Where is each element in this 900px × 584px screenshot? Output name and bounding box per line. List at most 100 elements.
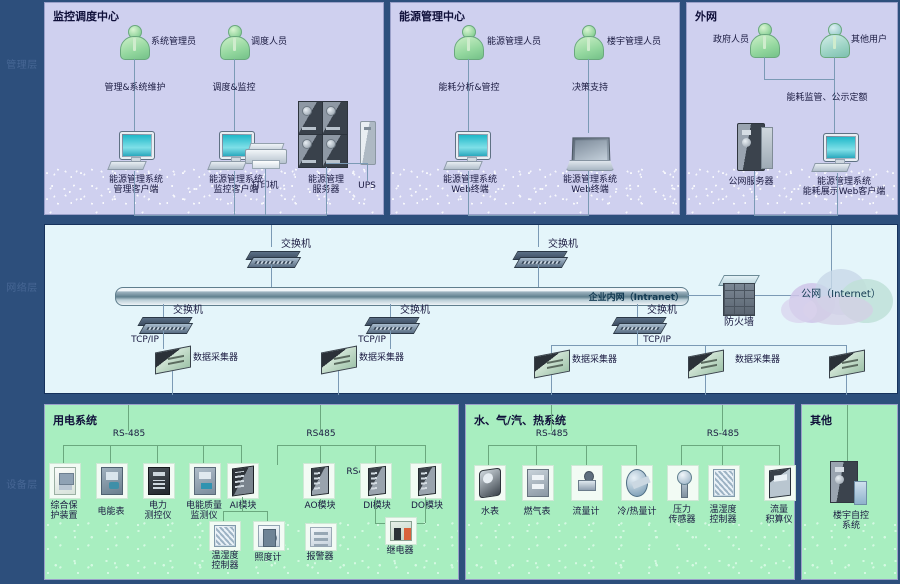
wire <box>320 405 321 431</box>
wire <box>134 171 135 216</box>
panel-title-monitor-center: 监控调度中心 <box>53 10 119 23</box>
actor-energy-manager-icon <box>453 25 484 60</box>
wire <box>277 445 278 465</box>
wire <box>271 225 272 247</box>
bus-label-rs485-1: RS-485 <box>112 429 146 439</box>
wire <box>134 59 135 135</box>
wire <box>234 171 235 216</box>
device-label-building-automation: 楼宇自控 系统 <box>832 511 869 532</box>
collector-icon-1 <box>155 345 191 375</box>
wire <box>551 345 846 346</box>
actor-government-label: 政府人员 <box>712 35 749 45</box>
collector-icon-5 <box>829 349 865 379</box>
node-icon-printer <box>245 143 287 169</box>
panel-title-utility-system: 水、气/汽、热系统 <box>474 414 567 427</box>
wire <box>705 375 706 395</box>
panel-monitor-center: 监控调度中心 系统管理员 管理&系统维护 调度人员 调度&监控 能源管理系统 管… <box>44 2 384 216</box>
device-icon-gas-meter <box>522 465 554 501</box>
device-icon-temp-humidity-controller <box>209 521 241 551</box>
device-icon-energy-meter <box>96 463 128 499</box>
collector-icon-4 <box>688 349 724 379</box>
device-label-alarm: 报警器 <box>306 552 334 562</box>
panel-title-other-system: 其他 <box>810 414 832 427</box>
node-icon-public-server <box>737 123 773 171</box>
wire <box>764 57 765 79</box>
switch-icon-c <box>137 317 194 334</box>
actor-building-manager-icon <box>573 25 604 60</box>
device-layer: 用电系统 RS-485 综合保 护装置 电能表 电力 测控仪 电能质量 监测仪 … <box>44 400 898 582</box>
actor-other-user-label: 其他用户 <box>851 35 888 45</box>
wire <box>681 445 779 446</box>
rail-label-device: 设备层 <box>6 480 38 491</box>
wire <box>203 445 204 465</box>
wire <box>134 215 327 216</box>
wire <box>326 167 327 216</box>
wire <box>536 445 537 467</box>
wire <box>375 445 376 465</box>
wire <box>846 375 847 395</box>
device-label-do-module: DO模块 <box>410 501 443 511</box>
switch-label-a: 交换机 <box>281 239 311 250</box>
switch-icon-d <box>364 317 421 334</box>
firewall-icon <box>718 275 760 316</box>
node-icon-ups <box>360 121 376 165</box>
device-label-ai-module: AI模块 <box>229 501 257 511</box>
wire <box>468 171 469 216</box>
panel-energy-center: 能源管理中心 能源管理人员 能耗分析&管控 楼宇管理人员 决策支持 能源管理系统… <box>390 2 680 216</box>
wire <box>63 445 241 446</box>
panel-title-energy-center: 能源管理中心 <box>399 10 465 23</box>
wire <box>277 445 425 446</box>
wire <box>172 371 173 395</box>
device-label-flow-totalizer: 流量 积算仪 <box>765 505 793 526</box>
wire <box>234 59 235 135</box>
wire <box>265 169 266 216</box>
collector-label-3: 数据采集器 <box>572 355 618 365</box>
network-layer: 交换机 交换机 企业内网（Intranet） 交换机 TCP/IP 数据采集器 … <box>44 224 898 395</box>
device-icon-do-module <box>410 463 442 499</box>
device-label-energy-meter: 电能表 <box>97 507 125 517</box>
panel-title-external-net: 外网 <box>695 10 717 23</box>
wire <box>636 445 637 467</box>
intranet-bus-label: 企业内网（Intranet） <box>588 293 684 303</box>
wire <box>754 215 838 216</box>
wire <box>847 405 848 463</box>
device-icon-power-quality <box>189 463 221 499</box>
wire <box>157 445 158 465</box>
wire <box>128 405 129 431</box>
role-label-external: 能耗监管、公示定额 <box>786 93 868 103</box>
device-label-water-meter: 水表 <box>480 507 499 517</box>
device-icon-water-meter <box>474 465 506 501</box>
floor-texture <box>466 519 794 579</box>
wire <box>468 215 589 216</box>
wire <box>722 445 723 467</box>
wire <box>551 405 552 431</box>
switch-label-b: 交换机 <box>548 239 578 250</box>
wire <box>681 445 682 467</box>
switch-label-d: 交换机 <box>400 305 430 316</box>
wire <box>425 445 426 465</box>
panel-power-system: 用电系统 RS-485 综合保 护装置 电能表 电力 测控仪 电能质量 监测仪 … <box>44 404 459 580</box>
wire <box>367 163 368 181</box>
node-label-mgmt-client: 能源管理系统 管理客户端 <box>108 175 163 196</box>
actor-dispatcher-label: 调度人员 <box>251 37 288 47</box>
device-icon-power-monitor <box>143 463 175 499</box>
actor-government-icon <box>749 23 780 58</box>
panel-utility-system: 水、气/汽、热系统 RS-485 水表 燃气表 流量计 冷/热量计 RS-485 <box>465 404 796 580</box>
panel-external-net: 外网 政府人员 其他用户 能耗监管、公示定额 公网服务器 能源管理系统 能耗展示… <box>686 2 898 216</box>
device-icon-ao-module <box>303 463 335 499</box>
device-icon-ai-module <box>227 463 259 499</box>
switch-icon-a <box>245 251 302 268</box>
device-icon-relay <box>385 517 417 545</box>
node-label-public-web-client: 能源管理系统 能耗展示Web客户端 <box>802 177 886 198</box>
wire <box>223 511 267 512</box>
utility-bus-label-2: RS-485 <box>706 429 740 439</box>
wire <box>488 445 636 446</box>
node-icon-energy-server <box>298 101 354 168</box>
node-label-ups: UPS <box>358 181 376 191</box>
wire <box>722 405 723 431</box>
wire <box>834 79 835 133</box>
wire <box>779 445 780 467</box>
node-icon-web-terminal-1 <box>443 131 491 171</box>
wire <box>326 163 368 164</box>
collector-label-4: 数据采集器 <box>735 355 781 365</box>
